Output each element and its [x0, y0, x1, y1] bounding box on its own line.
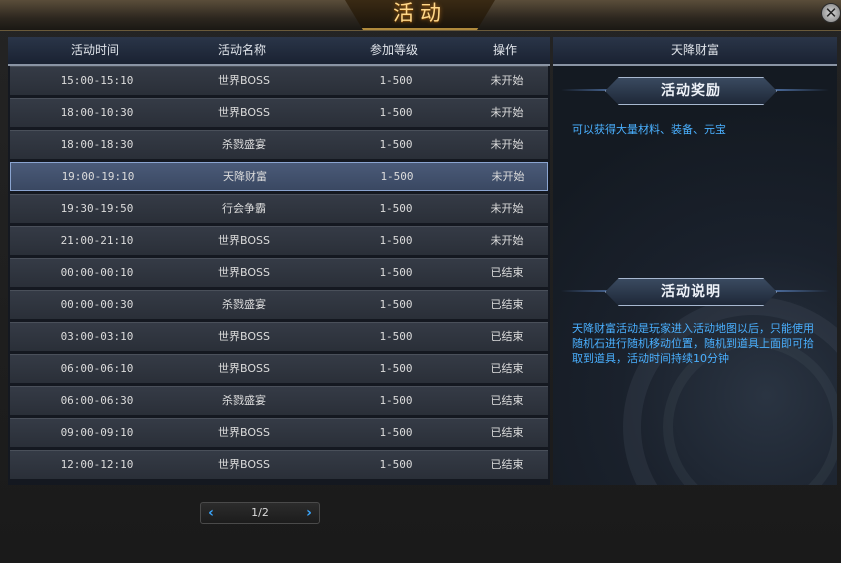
cell-name: 杀戮盛宴: [222, 298, 266, 311]
table-row[interactable]: 00:00-00:30 杀戮盛宴 1-500 已结束: [10, 290, 548, 319]
activity-detail-panel: 天降财富 活动奖励 可以获得大量材料、装备、元宝 活动说明 天降财富活动是玩家进…: [553, 37, 837, 485]
header-time: 活动时间: [70, 43, 119, 57]
cell-time: 03:00-03:10: [60, 330, 134, 343]
table-row[interactable]: 09:00-09:10 世界BOSS 1-500 已结束: [10, 418, 548, 447]
cell-time: 19:00-19:10: [61, 170, 135, 183]
page-indicator: 1/2: [251, 506, 269, 519]
cell-status: 未开始: [491, 170, 525, 183]
header-name: 活动名称: [217, 43, 266, 57]
cell-name: 世界BOSS: [218, 234, 270, 247]
table-row[interactable]: 06:00-06:10 世界BOSS 1-500 已结束: [10, 354, 548, 383]
cell-level: 1-500: [379, 458, 413, 471]
cell-level: 1-500: [379, 266, 413, 279]
pagination: ‹ 1/2 ›: [200, 502, 320, 524]
cell-name: 世界BOSS: [218, 426, 270, 439]
table-row[interactable]: 03:00-03:10 世界BOSS 1-500 已结束: [10, 322, 548, 351]
cell-status: 未开始: [490, 106, 524, 119]
cell-status: 已结束: [490, 330, 524, 343]
cell-name: 世界BOSS: [218, 362, 270, 375]
table-row[interactable]: 19:00-19:10 天降财富 1-500 未开始: [10, 162, 548, 191]
table-row[interactable]: 19:30-19:50 行会争霸 1-500 未开始: [10, 194, 548, 223]
reward-text: 可以获得大量材料、装备、元宝: [572, 123, 726, 136]
cell-status: 未开始: [490, 234, 524, 247]
cell-status: 未开始: [490, 74, 524, 87]
next-page-button[interactable]: ›: [299, 503, 319, 523]
cell-status: 未开始: [490, 202, 524, 215]
cell-status: 未开始: [490, 138, 524, 151]
cell-name: 杀戮盛宴: [222, 138, 266, 151]
cell-level: 1-500: [379, 202, 413, 215]
cell-time: 18:00-18:30: [60, 138, 134, 151]
cell-name: 世界BOSS: [218, 330, 270, 343]
table-row[interactable]: 00:00-00:10 世界BOSS 1-500 已结束: [10, 258, 548, 287]
cell-level: 1-500: [379, 74, 413, 87]
table-row[interactable]: 06:00-06:30 杀戮盛宴 1-500 已结束: [10, 386, 548, 415]
cell-status: 已结束: [490, 266, 524, 279]
cell-time: 09:00-09:10: [60, 426, 134, 439]
cell-level: 1-500: [379, 426, 413, 439]
header-level: 参加等级: [369, 43, 418, 57]
cell-name: 杀戮盛宴: [222, 394, 266, 407]
prev-page-button[interactable]: ‹: [201, 503, 221, 523]
activity-window: 活动 ✕ 活动时间 活动名称 参加等级 操作 15:00-15:10 世界BOSS…: [0, 0, 841, 563]
cell-level: 1-500: [379, 298, 413, 311]
cell-status: 已结束: [490, 394, 524, 407]
desc-title: 活动说明: [605, 278, 777, 306]
cell-name: 世界BOSS: [218, 266, 270, 279]
header-action: 操作: [492, 43, 517, 57]
cell-name: 天降财富: [223, 170, 267, 183]
cell-level: 1-500: [380, 170, 414, 183]
table-row[interactable]: 12:00-12:10 世界BOSS 1-500 已结束: [10, 450, 548, 479]
desc-text: 天降财富活动是玩家进入活动地图以后，只能使用随机石进行随机移动位置，随机到道具上…: [572, 322, 814, 365]
close-icon[interactable]: ✕: [821, 3, 841, 23]
cell-level: 1-500: [379, 106, 413, 119]
cell-time: 12:00-12:10: [60, 458, 134, 471]
cell-time: 06:00-06:30: [60, 394, 134, 407]
cell-level: 1-500: [379, 362, 413, 375]
table-header: 活动时间 活动名称 参加等级 操作: [8, 37, 550, 66]
cell-status: 已结束: [490, 458, 524, 471]
cell-name: 世界BOSS: [218, 458, 270, 471]
cell-time: 21:00-21:10: [60, 234, 134, 247]
activity-table: 活动时间 活动名称 参加等级 操作 15:00-15:10 世界BOSS 1-500…: [8, 37, 550, 485]
cell-status: 已结束: [490, 362, 524, 375]
cell-time: 19:30-19:50: [60, 202, 134, 215]
table-row[interactable]: 15:00-15:10 世界BOSS 1-500 未开始: [10, 66, 548, 95]
reward-title: 活动奖励: [605, 77, 777, 105]
cell-level: 1-500: [379, 234, 413, 247]
window-title: 活动: [393, 1, 447, 25]
cell-name: 世界BOSS: [218, 106, 270, 119]
panel-title: 天降财富: [553, 37, 837, 66]
cell-name: 世界BOSS: [218, 74, 270, 87]
cell-name: 行会争霸: [222, 202, 266, 215]
cell-time: 18:00-10:30: [60, 106, 134, 119]
table-row[interactable]: 18:00-18:30 杀戮盛宴 1-500 未开始: [10, 130, 548, 159]
cell-status: 已结束: [490, 298, 524, 311]
cell-level: 1-500: [379, 330, 413, 343]
cell-time: 15:00-15:10: [60, 74, 134, 87]
cell-time: 00:00-00:30: [60, 298, 134, 311]
cell-level: 1-500: [379, 394, 413, 407]
table-row[interactable]: 18:00-10:30 世界BOSS 1-500 未开始: [10, 98, 548, 127]
table-row[interactable]: 21:00-21:10 世界BOSS 1-500 未开始: [10, 226, 548, 255]
cell-level: 1-500: [379, 138, 413, 151]
cell-status: 已结束: [490, 426, 524, 439]
cell-time: 00:00-00:10: [60, 266, 134, 279]
cell-time: 06:00-06:10: [60, 362, 134, 375]
